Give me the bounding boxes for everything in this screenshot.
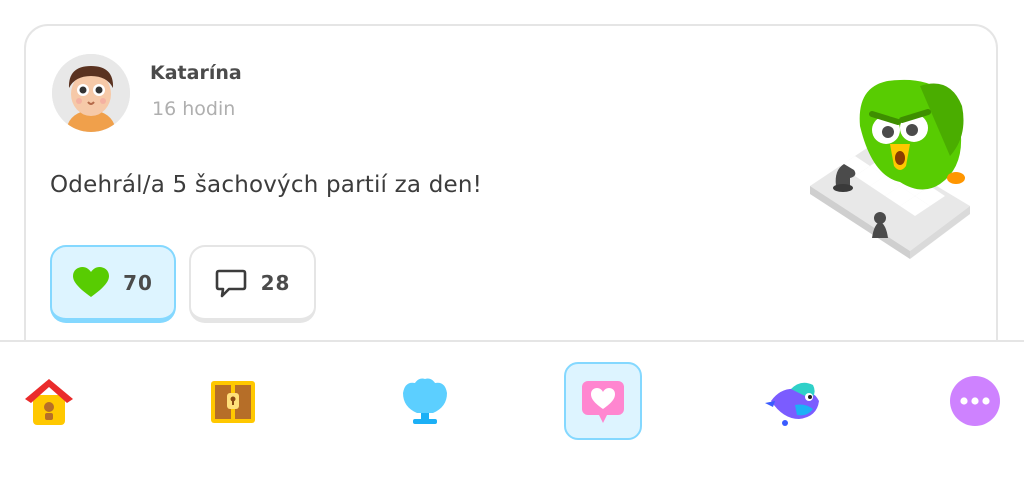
like-count: 70: [123, 270, 153, 295]
post-text: Odehrál/a 5 šachových partií za den!: [50, 172, 483, 198]
like-button[interactable]: 70: [50, 245, 176, 323]
post-timestamp: 16 hodin: [152, 98, 236, 120]
tab-league[interactable]: [386, 362, 464, 440]
tab-more[interactable]: [936, 362, 1014, 440]
more-dots-icon: [950, 376, 1000, 426]
comment-button[interactable]: 28: [189, 245, 316, 323]
birdhouse-icon: [25, 379, 73, 425]
shell-trophy-icon: [403, 378, 447, 424]
tab-home[interactable]: [10, 362, 88, 440]
tab-treasure[interactable]: [194, 362, 272, 440]
bottom-tab-bar: [0, 340, 1024, 480]
heart-icon: [73, 266, 110, 297]
bird-icon: [765, 382, 819, 426]
heart-bubble-icon: [582, 381, 624, 423]
speech-bubble-icon: [215, 269, 246, 297]
treasure-chest-icon: [211, 381, 255, 423]
chess-owl-illustration: [800, 66, 980, 266]
comment-count: 28: [260, 270, 291, 295]
avatar[interactable]: [52, 54, 130, 132]
user-name[interactable]: Katarína: [150, 62, 242, 84]
tab-feed[interactable]: [564, 362, 642, 440]
tab-learning[interactable]: [754, 362, 832, 440]
